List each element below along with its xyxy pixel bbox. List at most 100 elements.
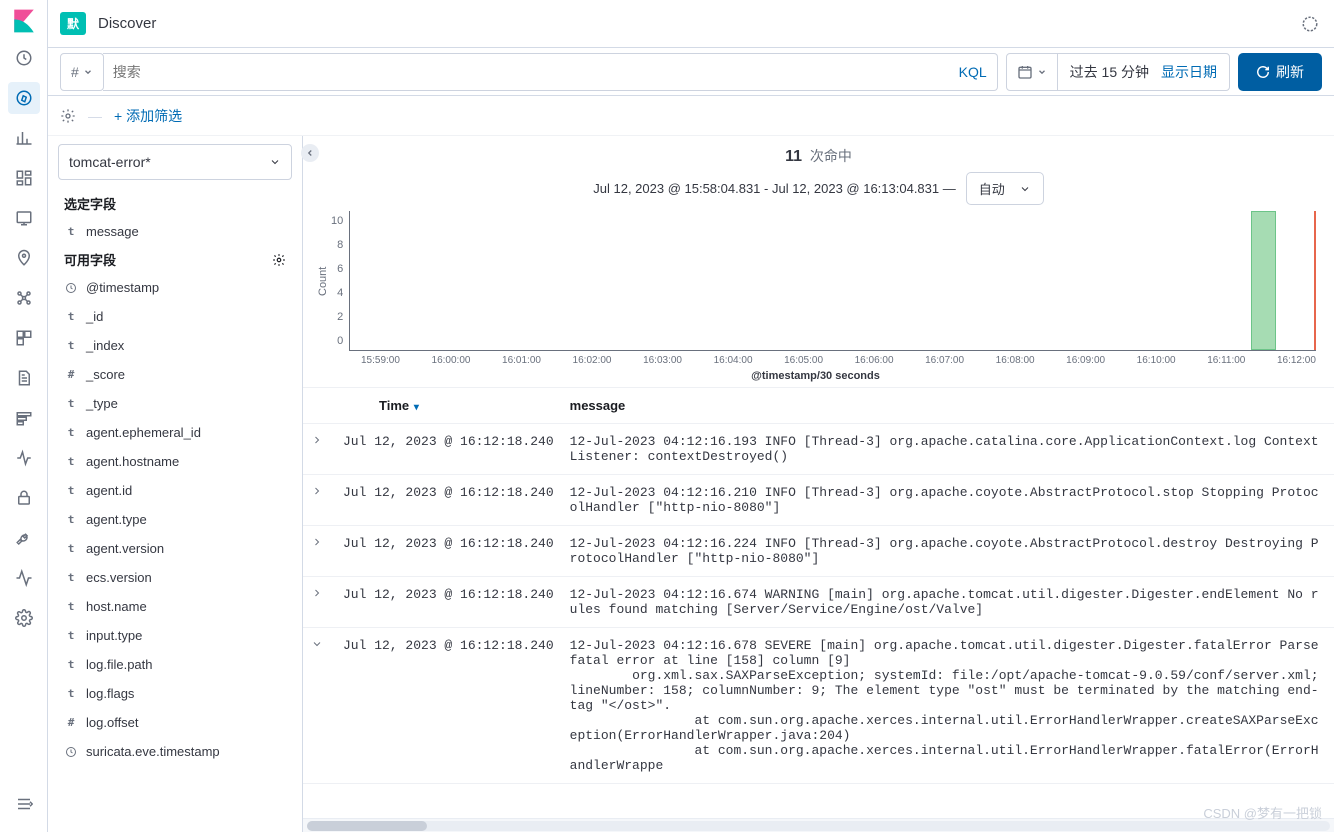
field-name: _type — [86, 396, 118, 411]
expand-row-button[interactable] — [303, 475, 335, 526]
cell-message: 12-Jul-2023 04:12:16.674 WARNING [main] … — [562, 577, 1334, 628]
field-item[interactable]: t _index — [48, 331, 302, 360]
field-item[interactable]: t agent.id — [48, 476, 302, 505]
expand-row-button[interactable] — [303, 424, 335, 475]
field-name: agent.ephemeral_id — [86, 425, 201, 440]
results-panel: 11 次命中 Jul 12, 2023 @ 15:58:04.831 - Jul… — [303, 136, 1334, 832]
date-range-label[interactable]: 过去 15 分钟 — [1058, 62, 1161, 82]
col-message[interactable]: message — [562, 388, 1334, 424]
discover-icon[interactable] — [8, 82, 40, 114]
chevron-down-icon — [1019, 183, 1031, 195]
horizontal-scrollbar[interactable] — [303, 818, 1334, 832]
field-item[interactable]: tagent.type — [48, 505, 302, 534]
kibana-logo[interactable] — [11, 8, 37, 34]
clock-icon — [64, 746, 78, 758]
dashboard-icon[interactable] — [8, 162, 40, 194]
siem-icon[interactable] — [8, 482, 40, 514]
field-item[interactable]: t log.file.path — [48, 650, 302, 679]
field-name: log.file.path — [86, 657, 153, 672]
collapse-sidebar-button[interactable] — [301, 144, 319, 162]
histogram-chart[interactable]: Count 1086420 15:59:0016:00:0016:01:0016… — [303, 207, 1334, 387]
apm-icon[interactable] — [8, 402, 40, 434]
field-item[interactable]: tecs.version — [48, 563, 302, 592]
cell-message: 12-Jul-2023 04:12:16.193 INFO [Thread-3]… — [562, 424, 1334, 475]
canvas-icon[interactable] — [8, 202, 40, 234]
newsfeed-icon[interactable] — [1298, 12, 1322, 36]
add-filter-button[interactable]: + 添加筛选 — [114, 106, 182, 126]
field-item[interactable]: thost.name — [48, 592, 302, 621]
histogram-bar[interactable] — [1251, 211, 1276, 350]
cell-time: Jul 12, 2023 @ 16:12:18.240 — [335, 577, 562, 628]
field-item[interactable]: suricata.eve.timestamp — [48, 737, 302, 766]
expand-row-button[interactable] — [303, 526, 335, 577]
field-item[interactable]: tagent.hostname — [48, 447, 302, 476]
number-type-icon: # — [64, 716, 78, 729]
number-type-icon: # — [64, 368, 78, 381]
field-item[interactable]: t log.flags — [48, 679, 302, 708]
chevron-down-icon — [83, 67, 93, 77]
text-type-icon: t — [64, 658, 78, 671]
available-fields-title: 可用字段 — [48, 246, 302, 273]
ml-icon[interactable] — [8, 282, 40, 314]
field-item[interactable]: tmessage — [48, 217, 302, 246]
date-quick-button[interactable] — [1007, 54, 1058, 90]
left-nav — [0, 0, 48, 832]
text-type-icon: t — [64, 339, 78, 352]
calendar-icon — [1017, 64, 1033, 80]
text-type-icon: t — [64, 542, 78, 555]
text-type-icon: t — [64, 426, 78, 439]
visualize-icon[interactable] — [8, 122, 40, 154]
field-item[interactable]: t agent.ephemeral_id — [48, 418, 302, 447]
text-type-icon: t — [64, 484, 78, 497]
logs-icon[interactable] — [8, 362, 40, 394]
cell-time: Jul 12, 2023 @ 16:12:18.240 — [335, 424, 562, 475]
chevron-down-icon — [1037, 67, 1047, 77]
search-input[interactable] — [113, 64, 959, 80]
management-icon[interactable] — [8, 602, 40, 634]
time-range-text: Jul 12, 2023 @ 15:58:04.831 - Jul 12, 20… — [593, 181, 955, 196]
field-item[interactable]: tagent.version — [48, 534, 302, 563]
refresh-button[interactable]: 刷新 — [1238, 53, 1322, 91]
collapse-nav-icon[interactable] — [8, 788, 40, 820]
date-picker: 过去 15 分钟 显示日期 — [1006, 53, 1230, 91]
infra-icon[interactable] — [8, 322, 40, 354]
table-row: Jul 12, 2023 @ 16:12:18.24012-Jul-2023 0… — [303, 475, 1334, 526]
page-title: Discover — [98, 15, 156, 32]
text-type-icon: t — [64, 310, 78, 323]
field-item[interactable]: #log.offset — [48, 708, 302, 737]
field-item[interactable]: @timestamp — [48, 273, 302, 302]
text-type-icon: t — [64, 687, 78, 700]
filter-toggle-button[interactable]: # — [60, 53, 104, 91]
space-badge[interactable]: 默 — [60, 12, 86, 35]
cell-time: Jul 12, 2023 @ 16:12:18.240 — [335, 475, 562, 526]
field-name: _id — [86, 309, 103, 324]
show-dates-link[interactable]: 显示日期 — [1161, 62, 1229, 82]
field-item[interactable]: #_score — [48, 360, 302, 389]
field-settings-icon[interactable] — [272, 253, 286, 267]
expand-row-button[interactable] — [303, 577, 335, 628]
index-pattern-select[interactable]: tomcat-error* — [58, 144, 292, 180]
field-name: log.flags — [86, 686, 134, 701]
monitoring-icon[interactable] — [8, 562, 40, 594]
field-item[interactable]: tinput.type — [48, 621, 302, 650]
field-item[interactable]: t _id — [48, 302, 302, 331]
text-type-icon: t — [64, 629, 78, 642]
uptime-icon[interactable] — [8, 442, 40, 474]
cell-time: Jul 12, 2023 @ 16:12:18.240 — [335, 526, 562, 577]
field-name: _index — [86, 338, 124, 353]
expand-row-button[interactable] — [303, 628, 335, 784]
interval-select[interactable]: 自动 — [966, 172, 1044, 205]
col-time[interactable]: Time ▾ — [335, 388, 562, 424]
field-item[interactable]: t _type — [48, 389, 302, 418]
text-type-icon: t — [64, 571, 78, 584]
filter-settings-icon[interactable] — [60, 108, 76, 124]
text-type-icon: t — [64, 513, 78, 526]
devtools-icon[interactable] — [8, 522, 40, 554]
kql-toggle[interactable]: KQL — [959, 64, 987, 80]
text-type-icon: t — [64, 397, 78, 410]
cell-time: Jul 12, 2023 @ 16:12:18.240 — [335, 628, 562, 784]
recent-icon[interactable] — [8, 42, 40, 74]
maps-icon[interactable] — [8, 242, 40, 274]
field-name: agent.id — [86, 483, 132, 498]
field-name: message — [86, 224, 139, 239]
